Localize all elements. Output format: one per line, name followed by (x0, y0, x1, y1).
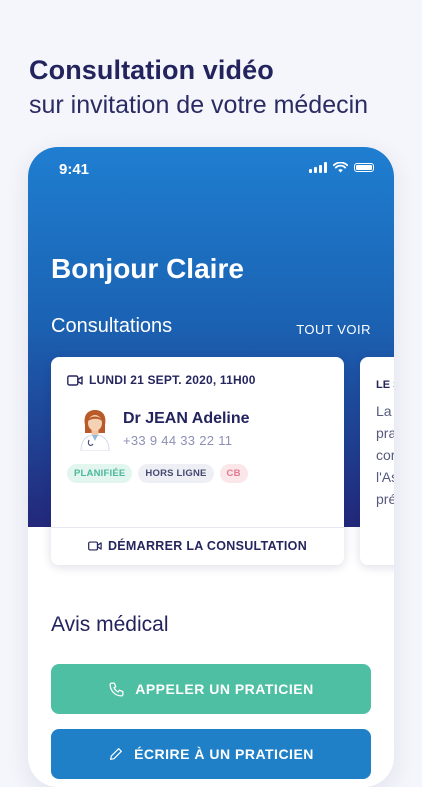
phone-icon (109, 681, 124, 697)
consultation-date-row: LUNDI 21 SEPT. 2020, 11H00 (67, 373, 256, 387)
status-badge-offline: HORS LIGNE (138, 464, 214, 483)
next-card-line: La (376, 403, 392, 419)
status-badge-planned: PLANIFIÉE (67, 464, 133, 483)
call-practitioner-button[interactable]: APPELER UN PRATICIEN (51, 664, 371, 714)
next-card-line: pra (376, 425, 394, 441)
start-consultation-button[interactable]: DÉMARRER LA CONSULTATION (51, 527, 344, 565)
write-practitioner-label: ÉCRIRE À UN PRATICIEN (134, 746, 314, 762)
video-camera-icon (67, 374, 83, 386)
promo-title: Consultation vidéo (29, 55, 274, 85)
see-all-link[interactable]: TOUT VOIR (296, 322, 371, 337)
next-card-heading: LE S (376, 379, 394, 391)
wifi-icon (333, 162, 348, 173)
phone-frame: 9:41 Bonjour Claire Consultations TOUT V… (28, 147, 394, 787)
consultation-date: LUNDI 21 SEPT. 2020, 11H00 (89, 373, 256, 387)
status-time: 9:41 (59, 161, 90, 178)
start-consultation-label: DÉMARRER LA CONSULTATION (107, 539, 308, 553)
doctor-avatar (80, 410, 110, 451)
status-badge-card-payment: CB (219, 464, 248, 483)
status-tags: PLANIFIÉE HORS LIGNE CB (67, 464, 248, 483)
promo-subtitle: sur invitation de votre médecin (29, 91, 369, 119)
consultation-card[interactable]: LUNDI 21 SEPT. 2020, 11H00 Dr JEAN Adeli… (51, 357, 344, 565)
write-practitioner-button[interactable]: ÉCRIRE À UN PRATICIEN (51, 729, 371, 779)
next-card-line: pré (376, 491, 394, 507)
next-card-line: l'As (376, 469, 394, 485)
battery-icon (354, 163, 374, 172)
status-icons (309, 162, 374, 173)
doctor-name: Dr JEAN Adeline (123, 410, 250, 427)
consultations-heading: Consultations (51, 315, 173, 337)
call-practitioner-label: APPELER UN PRATICIEN (135, 681, 314, 697)
video-camera-icon (88, 541, 102, 551)
next-consultation-card[interactable]: LE S La pra cor l'As pré (360, 357, 394, 565)
greeting-title: Bonjour Claire (51, 253, 244, 284)
doctor-phone: +33 9 44 33 22 11 (123, 433, 233, 448)
pencil-icon (110, 748, 123, 760)
signal-icon (309, 162, 327, 173)
next-card-line: cor (376, 447, 394, 463)
medical-advice-heading: Avis médical (51, 613, 169, 636)
